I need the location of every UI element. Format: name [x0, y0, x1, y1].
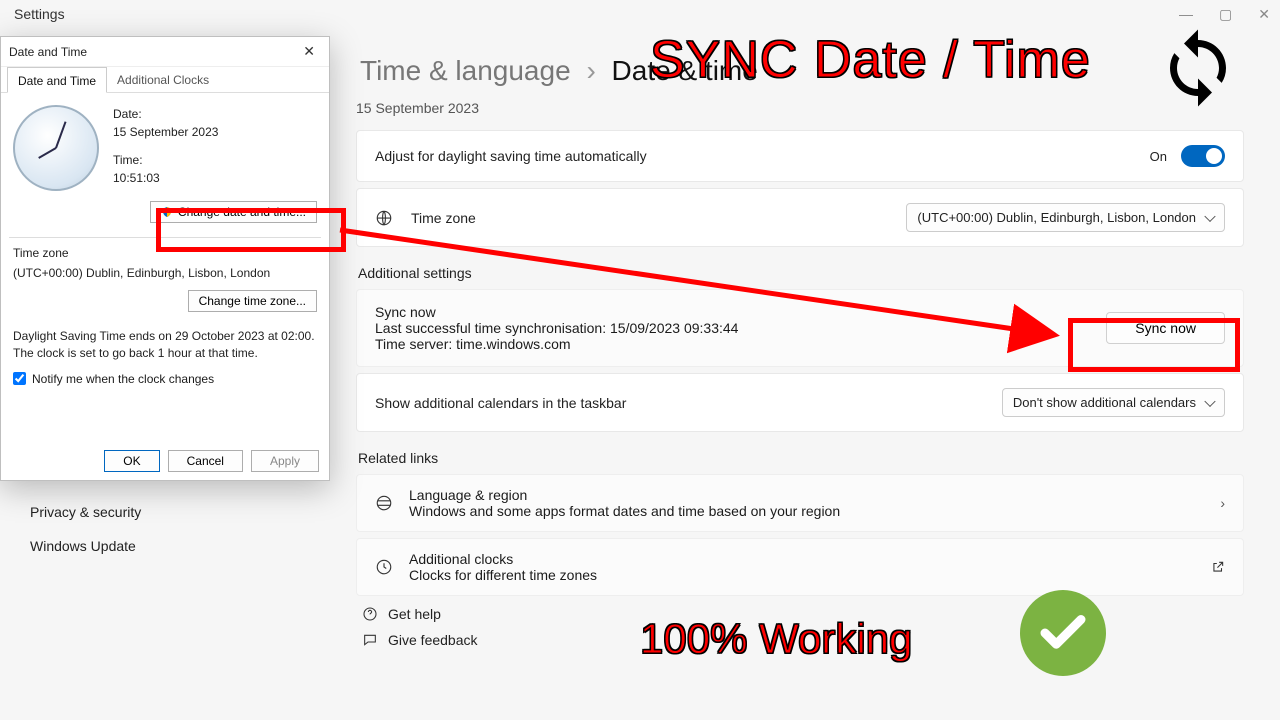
dst-label: Adjust for daylight saving time automati… — [375, 148, 647, 164]
calendars-label: Show additional calendars in the taskbar — [375, 395, 626, 411]
sidebar: Privacy & security Windows Update — [30, 504, 141, 554]
page-date: 15 September 2023 — [356, 100, 479, 116]
timezone-select[interactable]: (UTC+00:00) Dublin, Edinburgh, Lisbon, L… — [906, 203, 1225, 232]
sync-overlay-icon — [1156, 26, 1240, 110]
additional-clocks-link[interactable]: Additional clocks Clocks for different t… — [356, 538, 1244, 596]
chevron-right-icon: › — [586, 55, 595, 86]
language-sub: Windows and some apps format dates and t… — [409, 503, 840, 519]
content-column: Adjust for daylight saving time automati… — [356, 130, 1244, 648]
shield-icon — [161, 206, 173, 218]
sync-row: Sync now Last successful time synchronis… — [356, 289, 1244, 367]
help-icon — [362, 606, 378, 622]
notify-label: Notify me when the clock changes — [32, 372, 214, 386]
tz-heading: Time zone — [13, 246, 317, 260]
get-help-label: Get help — [388, 606, 441, 622]
dialog-title: Date and Time — [9, 45, 87, 59]
check-overlay-icon — [1020, 590, 1106, 676]
sync-now-button[interactable]: Sync now — [1106, 312, 1225, 344]
globe-icon — [375, 209, 393, 227]
calendars-row: Show additional calendars in the taskbar… — [356, 373, 1244, 432]
notify-checkbox[interactable] — [13, 372, 26, 385]
related-heading: Related links — [358, 450, 1244, 466]
dst-state-text: On — [1150, 149, 1167, 164]
additional-clocks-sub: Clocks for different time zones — [409, 567, 597, 583]
date-time-dialog: Date and Time ✕ Date and Time Additional… — [0, 36, 330, 481]
notify-checkbox-row[interactable]: Notify me when the clock changes — [13, 372, 317, 386]
sidebar-item-privacy[interactable]: Privacy & security — [30, 504, 141, 520]
tab-additional-clocks[interactable]: Additional Clocks — [107, 67, 219, 92]
maximize-button[interactable]: ▢ — [1219, 6, 1232, 23]
additional-clocks-title: Additional clocks — [409, 551, 597, 567]
ok-button[interactable]: OK — [104, 450, 159, 472]
external-link-icon — [1211, 560, 1225, 574]
language-icon — [375, 494, 393, 512]
sync-title: Sync now — [375, 304, 738, 320]
analog-clock-icon — [13, 105, 99, 191]
time-value: 10:51:03 — [113, 169, 218, 187]
breadcrumb-parent[interactable]: Time & language — [360, 55, 571, 86]
timezone-row: Time zone (UTC+00:00) Dublin, Edinburgh,… — [356, 188, 1244, 247]
breadcrumb-current: Date & time — [612, 55, 758, 86]
breadcrumb: Time & language › Date & time — [360, 55, 758, 87]
sync-server: Time server: time.windows.com — [375, 336, 738, 352]
dialog-close-button[interactable]: ✕ — [297, 43, 321, 60]
dialog-tabs: Date and Time Additional Clocks — [1, 67, 329, 93]
time-key: Time: — [113, 151, 218, 169]
sidebar-item-update[interactable]: Windows Update — [30, 538, 141, 554]
timezone-label: Time zone — [411, 210, 476, 226]
tab-date-and-time[interactable]: Date and Time — [7, 67, 107, 93]
date-key: Date: — [113, 105, 218, 123]
get-help-link[interactable]: Get help — [362, 606, 1244, 622]
language-title: Language & region — [409, 487, 840, 503]
dst-note: Daylight Saving Time ends on 29 October … — [13, 328, 317, 362]
give-feedback-link[interactable]: Give feedback — [362, 632, 1244, 648]
window-controls: — ▢ ✕ — [1179, 6, 1270, 23]
language-region-link[interactable]: Language & region Windows and some apps … — [356, 474, 1244, 532]
feedback-icon — [362, 632, 378, 648]
change-date-time-button[interactable]: Change date and time... — [150, 201, 317, 223]
date-value: 15 September 2023 — [113, 123, 218, 141]
dialog-titlebar: Date and Time ✕ — [1, 37, 329, 67]
sync-last: Last successful time synchronisation: 15… — [375, 320, 738, 336]
close-button[interactable]: ✕ — [1258, 6, 1270, 23]
cancel-button[interactable]: Cancel — [168, 450, 243, 472]
change-timezone-button[interactable]: Change time zone... — [188, 290, 317, 312]
give-feedback-label: Give feedback — [388, 632, 478, 648]
apply-button[interactable]: Apply — [251, 450, 319, 472]
additional-heading: Additional settings — [358, 265, 1244, 281]
minimize-button[interactable]: — — [1179, 6, 1193, 23]
app-title: Settings — [14, 6, 65, 22]
chevron-right-icon: › — [1220, 495, 1225, 511]
dst-toggle[interactable] — [1181, 145, 1225, 167]
calendars-select[interactable]: Don't show additional calendars — [1002, 388, 1225, 417]
clock-icon — [375, 558, 393, 576]
tz-value: (UTC+00:00) Dublin, Edinburgh, Lisbon, L… — [13, 266, 317, 280]
dst-row: Adjust for daylight saving time automati… — [356, 130, 1244, 182]
